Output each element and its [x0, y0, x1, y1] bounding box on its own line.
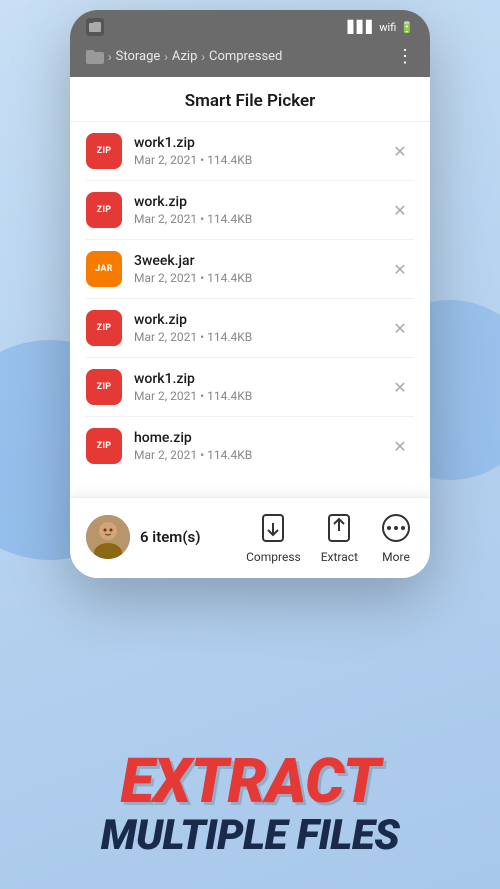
file-meta: Mar 2, 2021 • 114.4KB	[134, 212, 386, 226]
signal-icon: ▋▋▋	[348, 20, 376, 34]
promo-text: EXTRACT MULTIPLE FILES	[0, 751, 500, 859]
file-type-badge: ZIP	[86, 428, 122, 464]
file-list: ZIP work1.zip Mar 2, 2021 • 114.4KB ✕ ZI…	[70, 122, 430, 475]
file-name: work.zip	[134, 194, 386, 210]
file-name: work1.zip	[134, 371, 386, 387]
remove-file-button[interactable]: ✕	[386, 314, 414, 342]
extract-icon	[321, 510, 357, 546]
file-meta: Mar 2, 2021 • 114.4KB	[134, 271, 386, 285]
picker-header: Smart File Picker	[70, 77, 430, 122]
compress-label: Compress	[246, 550, 301, 564]
file-type-label: ZIP	[97, 146, 112, 156]
more-button[interactable]: More	[378, 510, 414, 564]
list-item: ZIP work1.zip Mar 2, 2021 • 114.4KB ✕	[86, 122, 414, 181]
avatar	[86, 515, 130, 559]
file-meta: Mar 2, 2021 • 114.4KB	[134, 153, 386, 167]
more-menu-icon[interactable]: ⋮	[396, 46, 414, 67]
avatar-face	[86, 515, 130, 559]
file-picker-content: Smart File Picker ZIP work1.zip Mar 2, 2…	[70, 77, 430, 497]
remove-file-button[interactable]: ✕	[386, 255, 414, 283]
promo-line1: EXTRACT	[20, 751, 480, 813]
breadcrumb-compressed[interactable]: Compressed	[209, 49, 282, 64]
file-name: home.zip	[134, 430, 386, 446]
compress-icon	[255, 510, 291, 546]
breadcrumb: › Storage › Azip › Compressed ⋮	[70, 42, 430, 77]
status-bar: ▋▋▋ wifi 🔋	[70, 10, 430, 42]
file-name: work.zip	[134, 312, 386, 328]
phone-container: ▋▋▋ wifi 🔋 › Storage › Azip › Compressed…	[70, 10, 430, 578]
more-label: More	[382, 550, 410, 564]
remove-file-button[interactable]: ✕	[386, 373, 414, 401]
folder-icon	[86, 18, 104, 36]
selected-count: 6 item(s)	[140, 528, 201, 546]
file-type-label: JAR	[95, 264, 113, 274]
breadcrumb-azip[interactable]: Azip	[172, 49, 197, 64]
breadcrumb-storage[interactable]: Storage	[116, 49, 161, 64]
folder-nav-icon	[86, 50, 104, 64]
breadcrumb-sep-3: ›	[201, 50, 205, 64]
file-info: 3week.jar Mar 2, 2021 • 114.4KB	[134, 253, 386, 285]
file-type-label: ZIP	[97, 441, 112, 451]
file-type-label: ZIP	[97, 323, 112, 333]
file-type-label: ZIP	[97, 205, 112, 215]
file-info: work1.zip Mar 2, 2021 • 114.4KB	[134, 371, 386, 403]
list-item: JAR 3week.jar Mar 2, 2021 • 114.4KB ✕	[86, 240, 414, 299]
remove-file-button[interactable]: ✕	[386, 432, 414, 460]
file-type-badge: ZIP	[86, 310, 122, 346]
list-item: ZIP work1.zip Mar 2, 2021 • 114.4KB ✕	[86, 358, 414, 417]
list-item: ZIP work.zip Mar 2, 2021 • 114.4KB ✕	[86, 181, 414, 240]
picker-title: Smart File Picker	[185, 91, 316, 111]
battery-icon: 🔋	[400, 21, 414, 34]
compress-button[interactable]: Compress	[246, 510, 301, 564]
file-type-badge: ZIP	[86, 192, 122, 228]
file-name: 3week.jar	[134, 253, 386, 269]
file-meta: Mar 2, 2021 • 114.4KB	[134, 389, 386, 403]
promo-line2: MULTIPLE FILES	[20, 813, 480, 859]
remove-file-button[interactable]: ✕	[386, 137, 414, 165]
extract-label: Extract	[321, 550, 358, 564]
breadcrumb-sep-2: ›	[164, 50, 168, 64]
action-bar: 6 item(s) Compress	[70, 497, 430, 578]
file-info: work1.zip Mar 2, 2021 • 114.4KB	[134, 135, 386, 167]
status-icons: ▋▋▋ wifi 🔋	[348, 20, 414, 34]
file-meta: Mar 2, 2021 • 114.4KB	[134, 330, 386, 344]
more-circle-icon	[378, 510, 414, 546]
file-type-badge: JAR	[86, 251, 122, 287]
file-type-label: ZIP	[97, 382, 112, 392]
file-info: home.zip Mar 2, 2021 • 114.4KB	[134, 430, 386, 462]
file-meta: Mar 2, 2021 • 114.4KB	[134, 448, 386, 462]
file-type-badge: ZIP	[86, 369, 122, 405]
list-item: ZIP home.zip Mar 2, 2021 • 114.4KB ✕	[86, 417, 414, 475]
extract-button[interactable]: Extract	[321, 510, 358, 564]
file-info: work.zip Mar 2, 2021 • 114.4KB	[134, 312, 386, 344]
remove-file-button[interactable]: ✕	[386, 196, 414, 224]
action-buttons: Compress Extract	[246, 510, 414, 564]
file-info: work.zip Mar 2, 2021 • 114.4KB	[134, 194, 386, 226]
breadcrumb-sep-1: ›	[108, 50, 112, 64]
file-type-badge: ZIP	[86, 133, 122, 169]
file-name: work1.zip	[134, 135, 386, 151]
wifi-icon: wifi	[379, 21, 396, 34]
list-item: ZIP work.zip Mar 2, 2021 • 114.4KB ✕	[86, 299, 414, 358]
selected-info: 6 item(s)	[86, 515, 246, 559]
